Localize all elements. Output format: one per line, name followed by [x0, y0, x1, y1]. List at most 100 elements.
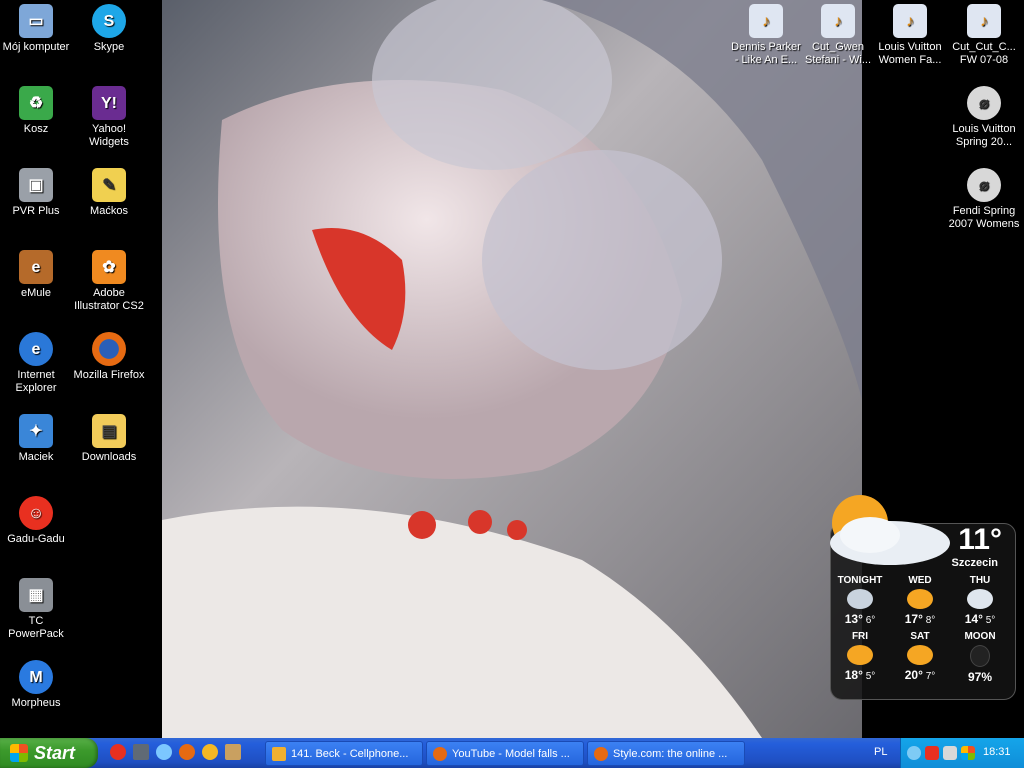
forecast-day: MOON	[964, 631, 996, 642]
playlist-icon: ♪	[821, 4, 855, 38]
forecast-low: 5°	[985, 615, 996, 626]
tray-expand-icon[interactable]	[907, 746, 921, 760]
gadu-quicklaunch-icon[interactable]	[110, 744, 126, 760]
desktop-icon-label: TC PowerPack	[8, 615, 64, 640]
desktop-icon-label: Louis Vuitton Spring 20...	[952, 123, 1016, 148]
taskbar-button-youtube[interactable]: YouTube - Model falls ...	[426, 741, 584, 766]
tray-app-icon[interactable]	[925, 746, 939, 760]
taskbar: Start 141. Beck - Cellphone... YouTube -…	[0, 738, 1024, 768]
desktop-icon-label: eMule	[21, 287, 51, 299]
desktop-icon-label: Morpheus	[11, 697, 61, 709]
start-button[interactable]: Start	[0, 738, 98, 768]
forecast-moon: MOON 97%	[950, 631, 1010, 684]
app-quicklaunch-icon[interactable]	[225, 744, 241, 760]
desktop-icon-emule[interactable]: e eMule	[0, 250, 72, 300]
tray-network-icon[interactable]	[943, 746, 957, 760]
forecast-sat: SAT 20° 7°	[890, 631, 950, 682]
clock[interactable]: 18:31	[983, 746, 1011, 758]
desktop-icon-mozilla-firefox[interactable]: Mozilla Firefox	[73, 332, 145, 382]
weather-widget[interactable]: 11° Szczecin TONIGHT 13° 6° WED 17° 8° T…	[800, 483, 1016, 700]
forecast-high: 14°	[964, 612, 983, 626]
forecast-low: 7°	[925, 671, 936, 682]
morpheus-quicklaunch-icon[interactable]	[156, 744, 172, 760]
firefox-icon	[594, 746, 608, 761]
desktop-icon-maciek[interactable]: ✦ Maciek	[0, 414, 72, 464]
desktop-icon-label: PVR Plus	[12, 205, 60, 217]
computer-icon: ▭	[19, 4, 53, 38]
forecast-day: SAT	[910, 631, 930, 642]
forecast-tonight: TONIGHT 13° 6°	[830, 575, 890, 626]
yahoo-widgets-icon: Y!	[92, 86, 126, 120]
task-label: Style.com: the online ...	[613, 747, 728, 760]
desktop-icon-downloads[interactable]: ▤ Downloads	[73, 414, 145, 464]
powerpack-icon: ▦	[19, 578, 53, 612]
forecast-high: 13°	[844, 612, 863, 626]
desktop-icon-internet-explorer[interactable]: e Internet Explorer	[0, 332, 72, 395]
desktop-icon-playlist[interactable]: ♪ Louis Vuitton Women Fa...	[874, 4, 946, 67]
partly-sunny-icon	[847, 645, 873, 665]
partly-sunny-icon	[907, 645, 933, 665]
desktop-icon-label: Downloads	[81, 451, 137, 463]
desktop-icon-label: Louis Vuitton Women Fa...	[878, 41, 942, 66]
desktop-icon-gadu-gadu[interactable]: ☺ Gadu-Gadu	[0, 496, 72, 546]
playlist-icon: ♪	[749, 4, 783, 38]
forecast-low: 6°	[865, 615, 876, 626]
start-label: Start	[34, 742, 76, 763]
recycle-bin-icon: ♻	[19, 86, 53, 120]
document-icon: ✎	[92, 168, 126, 202]
forecast-day: WED	[908, 575, 932, 586]
desktop-icon-label: Maćkos	[90, 205, 128, 217]
rain-icon	[967, 589, 993, 609]
desktop: ▭ Mój komputer S Skype ♻ Kosz Y! Yahoo! …	[0, 0, 1024, 738]
desktop-icon-label: Skype	[93, 41, 125, 53]
winamp-icon	[272, 746, 286, 761]
taskbar-button-winamp[interactable]: 141. Beck - Cellphone...	[265, 741, 423, 766]
desktop-icon-playlist[interactable]: ♪ Cut_Gwen Stefani - Wi...	[802, 4, 874, 67]
desktop-icon-morpheus[interactable]: M Morpheus	[0, 660, 72, 710]
floppy-quicklaunch-icon[interactable]	[133, 744, 149, 760]
desktop-icon-my-computer[interactable]: ▭ Mój komputer	[0, 4, 72, 54]
taskbar-button-style[interactable]: Style.com: the online ...	[587, 741, 745, 766]
forecast-low: 5°	[865, 671, 876, 682]
forecast-thu: THU 14° 5°	[950, 575, 1010, 626]
forecast-high: 17°	[904, 612, 923, 626]
desktop-icon-adobe-illustrator[interactable]: ✿ Adobe Illustrator CS2	[73, 250, 145, 313]
media-icon: ⌀	[967, 86, 1001, 120]
desktop-icon-pvr-plus[interactable]: ▣ PVR Plus	[0, 168, 72, 218]
forecast-day: FRI	[851, 631, 869, 642]
illustrator-icon: ✿	[92, 250, 126, 284]
folder-icon: ▤	[92, 414, 126, 448]
desktop-icon-skype[interactable]: S Skype	[73, 4, 145, 54]
sun-rain-icon	[907, 589, 933, 609]
desktop-icon-label: Mozilla Firefox	[73, 369, 145, 381]
desktop-icon-playlist[interactable]: ♪ Dennis Parker - Like An E...	[730, 4, 802, 67]
media-icon: ⌀	[967, 168, 1001, 202]
firefox-quicklaunch-icon[interactable]	[179, 744, 195, 760]
moon-illumination: 97%	[967, 670, 993, 684]
system-tray: 18:31	[900, 738, 1024, 768]
desktop-icon-mackos[interactable]: ✎ Maćkos	[73, 168, 145, 218]
desktop-icon-playlist[interactable]: ♪ Cut_Cut_C... FW 07-08	[948, 4, 1020, 67]
skype-icon: S	[92, 4, 126, 38]
language-indicator[interactable]: PL	[874, 746, 887, 758]
task-label: YouTube - Model falls ...	[452, 747, 570, 760]
forecast-day: THU	[969, 575, 991, 586]
sun-quicklaunch-icon[interactable]	[202, 744, 218, 760]
ie-icon: e	[19, 332, 53, 366]
desktop-icon-tc-powerpack[interactable]: ▦ TC PowerPack	[0, 578, 72, 641]
desktop-icon-recycle-bin[interactable]: ♻ Kosz	[0, 86, 72, 136]
morpheus-icon: M	[19, 660, 53, 694]
gadu-icon: ☺	[19, 496, 53, 530]
tray-ms-icon[interactable]	[961, 746, 975, 760]
desktop-icon-label: Cut_Cut_C... FW 07-08	[952, 41, 1016, 66]
desktop-icon-label: Internet Explorer	[15, 369, 57, 394]
playlist-icon: ♪	[967, 4, 1001, 38]
desktop-icon-label: Fendi Spring 2007 Womens	[948, 205, 1020, 230]
desktop-icon-media[interactable]: ⌀ Fendi Spring 2007 Womens	[948, 168, 1020, 231]
desktop-icon-media[interactable]: ⌀ Louis Vuitton Spring 20...	[948, 86, 1020, 149]
desktop-icon-yahoo-widgets[interactable]: Y! Yahoo! Widgets	[73, 86, 145, 149]
playlist-icon: ♪	[893, 4, 927, 38]
msn-icon: ✦	[19, 414, 53, 448]
forecast-high: 20°	[904, 668, 923, 682]
forecast-day: TONIGHT	[837, 575, 883, 586]
